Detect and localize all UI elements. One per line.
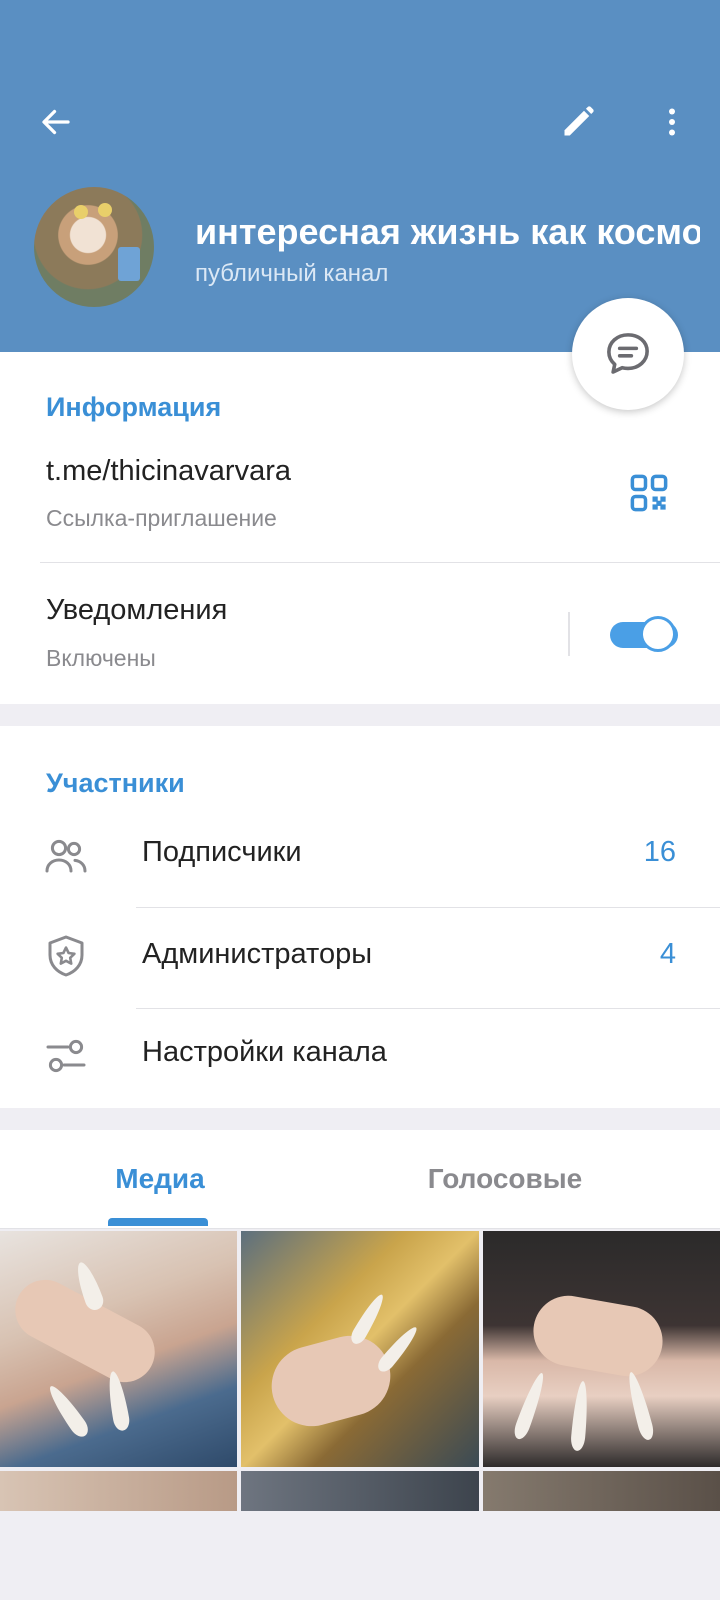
notifications-status: Включены: [46, 645, 156, 671]
media-thumbnail[interactable]: [0, 1231, 237, 1467]
pencil-icon: [564, 106, 594, 136]
tab-media[interactable]: Медиа: [60, 1130, 260, 1228]
tab-voice[interactable]: Голосовые: [405, 1130, 605, 1228]
more-menu-button[interactable]: [646, 96, 698, 148]
subscribers-count: 16: [643, 836, 676, 868]
administrators-count: 4: [659, 938, 676, 970]
people-icon: [40, 830, 92, 882]
chat-bubble-icon: [607, 333, 649, 374]
members-section-title: Участники: [46, 768, 185, 798]
shield-star-icon: [40, 930, 92, 982]
subscribers-label[interactable]: Подписчики: [142, 836, 302, 869]
vertical-divider: [568, 612, 570, 656]
active-tab-indicator: [108, 1218, 208, 1226]
media-thumbnail[interactable]: [0, 1471, 237, 1511]
media-thumbnail[interactable]: [241, 1471, 479, 1511]
channel-settings-label[interactable]: Настройки канала: [142, 1036, 387, 1069]
arrow-left-icon: [42, 109, 70, 135]
channel-subtitle: публичный канал: [195, 260, 389, 287]
back-button[interactable]: [30, 96, 82, 148]
more-vertical-icon: [669, 108, 675, 136]
media-thumbnail[interactable]: [483, 1471, 720, 1511]
divider: [40, 562, 720, 563]
channel-title-container: интересная жизнь как космос: [195, 208, 700, 256]
divider: [0, 1228, 720, 1229]
divider: [136, 1008, 720, 1009]
media-tabs: Медиа Голосовые: [0, 1130, 720, 1228]
channel-avatar[interactable]: [34, 187, 154, 307]
channel-title: интересная жизнь как космос: [195, 211, 700, 252]
notifications-label: Уведомления: [46, 594, 228, 626]
sliders-icon: [40, 1030, 92, 1082]
invite-link[interactable]: t.me/thicinavarvara: [46, 455, 291, 488]
administrators-label[interactable]: Администраторы: [142, 938, 372, 971]
invite-link-caption: Ссылка-приглашение: [46, 505, 277, 531]
qr-code-icon: [630, 474, 668, 512]
info-section-title: Информация: [46, 392, 222, 422]
toggle-knob: [640, 616, 676, 652]
notifications-toggle[interactable]: [610, 614, 678, 654]
qr-code-button[interactable]: [622, 466, 676, 520]
media-thumbnail[interactable]: [483, 1231, 720, 1467]
edit-button[interactable]: [552, 96, 604, 148]
media-thumbnail[interactable]: [241, 1231, 479, 1467]
discussion-button[interactable]: [572, 298, 684, 410]
divider: [136, 907, 720, 908]
